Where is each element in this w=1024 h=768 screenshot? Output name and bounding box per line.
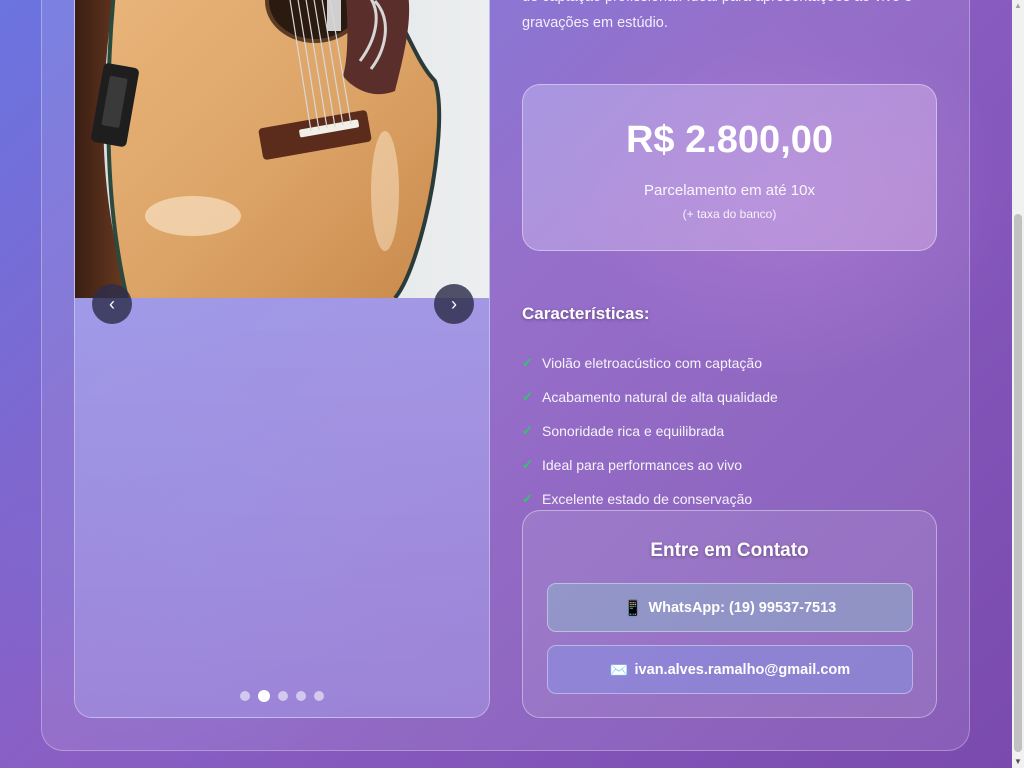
check-icon: ✓: [522, 389, 533, 404]
installments-text: Parcelamento em até 10x: [644, 182, 815, 199]
features-title: Características:: [522, 304, 650, 323]
image-carousel: ‹ ›: [74, 0, 490, 718]
carousel-dot[interactable]: [296, 691, 306, 701]
bank-fee-note: (+ taxa do banco): [682, 207, 777, 221]
guitar-photo: [75, 0, 489, 298]
feature-label: Violão eletroacústico com captação: [542, 355, 762, 371]
contact-card: Entre em Contato 📱 WhatsApp: (19) 99537-…: [522, 510, 937, 718]
scrollbar-thumb[interactable]: [1014, 214, 1022, 752]
feature-label: Acabamento natural de alta qualidade: [542, 389, 778, 405]
carousel-dot[interactable]: [258, 690, 270, 702]
check-icon: ✓: [522, 355, 533, 370]
product-description: de captação profissional. Ideal para apr…: [522, 0, 912, 31]
features-list: ✓ Violão eletroacústico com captação ✓ Aca…: [522, 346, 932, 516]
whatsapp-button[interactable]: 📱 WhatsApp: (19) 99537-7513: [547, 583, 913, 632]
feature-item: ✓ Violão eletroacústico com captação: [522, 346, 932, 380]
feature-item: ✓ Acabamento natural de alta qualidade: [522, 380, 932, 414]
check-icon: ✓: [522, 491, 533, 506]
feature-label: Ideal para performances ao vivo: [542, 457, 742, 473]
feature-label: Sonoridade rica e equilibrada: [542, 423, 725, 439]
contact-title: Entre em Contato: [650, 540, 809, 561]
carousel-dot[interactable]: [278, 691, 288, 701]
feature-item: ✓ Ideal para performances ao vivo: [522, 448, 932, 482]
whatsapp-label: WhatsApp: (19) 99537-7513: [648, 599, 837, 616]
carousel-dot[interactable]: [314, 691, 324, 701]
email-label: ivan.alves.ramalho@gmail.com: [634, 661, 851, 678]
carousel-next-button[interactable]: ›: [434, 284, 474, 324]
email-button[interactable]: ✉️ ivan.alves.ramalho@gmail.com: [547, 645, 913, 694]
scroll-up-arrow-icon[interactable]: ▲: [1012, 0, 1024, 12]
carousel-prev-button[interactable]: ‹: [92, 284, 132, 324]
check-icon: ✓: [522, 457, 533, 472]
price-value: R$ 2.800,00: [625, 119, 834, 161]
feature-label: Excelente estado de conservação: [542, 491, 753, 507]
phone-icon: 📱: [623, 599, 643, 617]
carousel-dot[interactable]: [240, 691, 250, 701]
envelope-icon: ✉️: [609, 661, 629, 679]
carousel-indicators: [75, 690, 489, 702]
feature-item: ✓ Sonoridade rica e equilibrada: [522, 414, 932, 448]
page-scrollbar[interactable]: ▲ ▼: [1012, 0, 1024, 768]
check-icon: ✓: [522, 423, 533, 438]
price-card: R$ 2.800,00 Parcelamento em até 10x (+ t…: [522, 84, 937, 251]
scroll-down-arrow-icon[interactable]: ▼: [1012, 756, 1024, 768]
